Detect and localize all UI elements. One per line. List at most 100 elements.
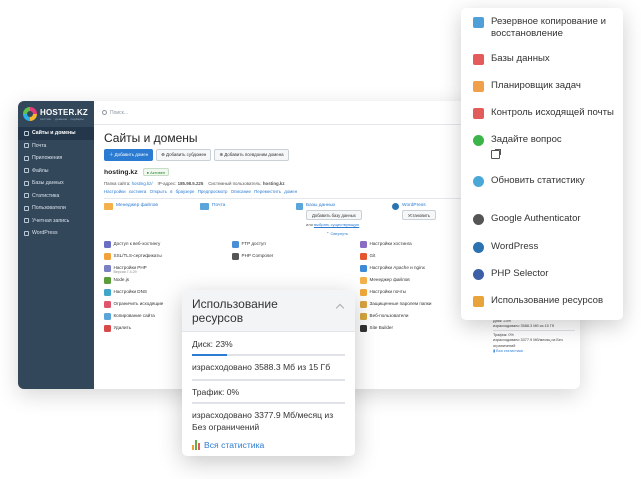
menu-item-chart[interactable]: Использование ресурсов [473,295,615,307]
brand-name-text: HOSTER.KZ [40,107,89,117]
add-database-button[interactable]: Добавить базу данных [306,210,362,220]
sidebar-item-0[interactable]: Сайты и домены [18,127,94,140]
menu-item-php[interactable]: PHP Selector [473,268,615,280]
quick-mail[interactable]: Почта [200,203,296,227]
tool-item[interactable]: Node.js [104,277,232,286]
sidebar-item-label: Файлы [32,167,49,174]
menu-item-label: Использование ресурсов [491,295,604,306]
traffic-used-text: израсходовано 3377.9 Мб/месяц из Без огр… [192,409,334,433]
sidebar-item-3[interactable]: Файлы [18,165,94,178]
menu-item-wordpress[interactable]: WordPress [473,241,615,253]
all-statistics-link[interactable]: Вся статистика [192,439,345,450]
install-button[interactable]: Установить [402,210,436,220]
tool-item[interactable]: SSL/TLS-сертификаты [104,253,232,262]
status-badge[interactable]: ● Активен [142,168,170,176]
tool-icon [104,313,111,320]
search-input[interactable]: Поиск... [110,110,128,116]
sidebar-item-label: WordPress [32,230,58,237]
add-subdomain-label: Добавить субдомен [166,152,207,157]
menu-item-backup[interactable]: Резервное копирование и восстановление [473,16,615,41]
bar-chart-icon [192,439,200,450]
menu-item-text: Планировщик задач [491,80,581,92]
search-box[interactable]: Поиск... [102,110,128,116]
add-subdomain-button[interactable]: ⊕ Добавить субдомен [156,149,212,161]
databases-label[interactable]: Базы данных [306,203,362,208]
preview-link[interactable]: Предпросмотр [198,189,228,194]
sidebar-item-icon [24,205,29,211]
menu-item-refresh[interactable]: Обновить статистику [473,175,615,187]
sidebar-item-label: Статистика [32,192,60,199]
file-manager-label: Менеджер файлов [116,203,158,208]
sidebar-item-icon [24,193,29,199]
menu-item-text: Резервное копирование и восстановление [491,16,615,41]
tool-text: Удалить [114,325,132,330]
tool-label: SSL/TLS-сертификаты [113,253,162,258]
menu-item-label: Планировщик задач [491,80,581,91]
quick-databases: Базы данных Добавить базу данных или выб… [296,203,392,227]
menu-item-text: Использование ресурсов [491,295,603,307]
external-link-icon[interactable] [491,149,501,160]
tool-empty [232,277,360,286]
hosting-settings-link[interactable]: Настройки хостинга [104,189,146,194]
menu-item-label: Обновить статистику [491,175,585,186]
sidebar-item-label: Почта [32,142,47,149]
mini-all-stats-link[interactable]: ▮ Вся статистика [493,349,575,354]
tool-item[interactable]: Настройки PHP Версия 7.4.29 [104,265,232,274]
move-domain-link[interactable]: Переместить домен [254,189,297,194]
menu-item-text: PHP Selector [491,268,548,280]
open-in-browser-link[interactable]: Открыть в браузере [150,189,195,194]
sidebar-item-4[interactable]: Базы данных [18,177,94,190]
refresh-icon [473,176,484,187]
sidebar-item-8[interactable]: WordPress [18,227,94,240]
database-icon [473,54,484,65]
menu-item-label: Базы данных [491,53,550,64]
tool-label: Веб-пользователи [369,313,409,318]
choose-existing-link[interactable]: выбрать существующую [314,222,359,227]
menu-item-whatsapp[interactable]: Задайте вопрос [473,134,615,164]
tool-item[interactable]: FTP доступ [232,241,360,250]
tool-label: Доступ к веб-хостингу [113,241,161,246]
tool-label: PHP Composer [241,253,274,258]
sidebar-item-icon [24,155,29,161]
menu-item-label: Google Authenticator [491,213,581,224]
menu-item-label: WordPress [491,241,539,252]
sidebar-item-label: Пользователи [32,205,66,212]
domain-name[interactable]: hosting.kz [104,169,138,176]
menu-item-database[interactable]: Базы данных [473,53,615,65]
disk-used-text: израсходовано 3588.3 Мб из 15 Гб [192,361,331,372]
menu-item-label: Задайте вопрос [491,134,562,145]
sidebar-item-5[interactable]: Статистика [18,190,94,203]
tool-item[interactable]: PHP Composer [232,253,360,262]
menu-item-calendar[interactable]: Планировщик задач [473,80,615,92]
menu-item-mail[interactable]: Контроль исходящей почты [473,107,615,119]
folder-link[interactable]: hosting.kz/ [132,181,153,186]
brand-logo[interactable]: HOSTER.KZ хостинг · домены · серверы [18,101,94,127]
section-divider [192,379,345,381]
tool-item[interactable]: Доступ к веб-хостингу [104,241,232,250]
sidebar-item-1[interactable]: Почта [18,140,94,153]
sidebar-menu: Сайты и домены Почта Приложения Файлы Базы д… [18,127,94,240]
tool-label: Менеджер файлов [369,277,410,282]
sidebar-item-6[interactable]: Пользователи [18,202,94,215]
sysuser-label: Системный пользователь: [208,181,262,186]
sidebar-item-7[interactable]: Учетная запись [18,215,94,228]
wordpress-label[interactable]: WordPress [402,203,436,208]
tool-item[interactable]: Site Builder [360,325,488,334]
status-text: Активен [150,169,166,175]
chevron-up-icon[interactable] [335,303,345,313]
tool-text: Настройки Apache и nginx [370,265,425,270]
tool-icon [104,253,111,260]
tool-icon [360,241,367,248]
add-alias-button[interactable]: ⊕ Добавить псевдоним домена [214,149,289,161]
description-link[interactable]: Описание [231,189,251,194]
menu-item-google-authenticator[interactable]: Google Authenticator [473,213,615,225]
tool-text: PHP Composer [242,253,274,258]
add-domain-button[interactable]: ＋ Добавить домен [104,149,154,161]
mini-disk-used: израсходовано 3588.3 Мб из 15 Гб [493,324,555,329]
sidebar-item-2[interactable]: Приложения [18,152,94,165]
popup-header[interactable]: Использование ресурсов [182,290,355,332]
tool-icon [360,325,367,332]
quick-file-manager[interactable]: Менеджер файлов [104,203,200,227]
mini-all-stats-label: Вся статистика [496,348,523,353]
tool-label: Защищенные паролем папки [369,301,432,306]
